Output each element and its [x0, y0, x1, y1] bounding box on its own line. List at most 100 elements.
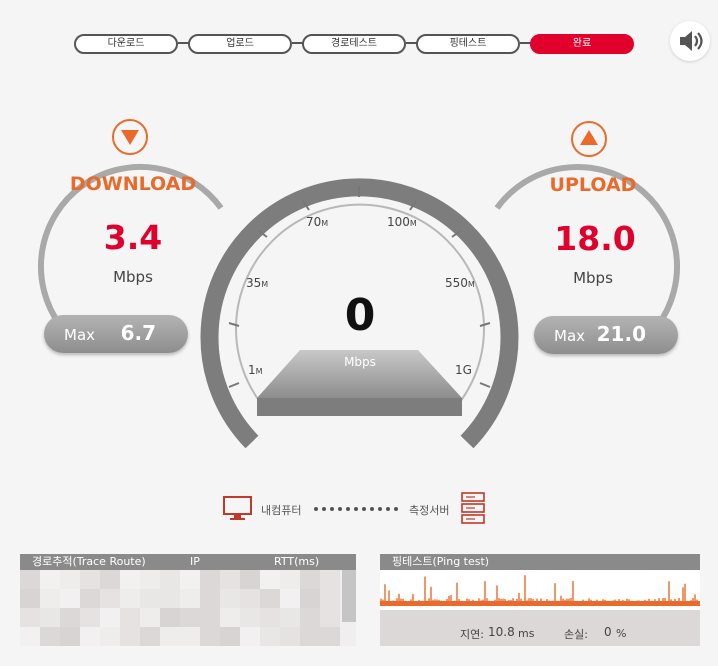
trace-blurred-cell [320, 608, 340, 627]
trace-blurred-cell [300, 627, 320, 646]
trace-blurred-cell [40, 627, 60, 646]
download-max-label: Max [64, 326, 96, 344]
trace-blurred-cell [40, 570, 60, 589]
route-dots [314, 507, 398, 511]
speed-gauge-base-bottom [257, 398, 462, 416]
trace-col-ip: IP [190, 555, 200, 568]
upload-max-value: 21.0 [596, 322, 646, 346]
trace-blurred-cell [80, 627, 100, 646]
loss-label: 손실: [564, 628, 588, 641]
trace-blurred-cell [120, 589, 140, 608]
trace-col-rtt: RTT(ms) [274, 555, 320, 568]
trace-blurred-cell [280, 589, 300, 608]
trace-route-header: 경로추적(Trace Route) IP RTT(ms) [20, 554, 356, 570]
trace-blurred-cell [140, 608, 160, 627]
upload-max-label: Max [554, 327, 586, 345]
trace-blurred-cell [120, 608, 140, 627]
trace-blurred-cell [180, 589, 200, 608]
trace-blurred-cell [180, 627, 200, 646]
upload-title: UPLOAD [549, 174, 637, 196]
loss-unit: % [616, 627, 627, 640]
current-speed-value: 0 [344, 290, 376, 341]
latency-unit: ms [518, 627, 535, 640]
ping-test-header: 핑테스트(Ping test) [380, 554, 700, 570]
trace-blurred-cell [140, 589, 160, 608]
scale-label-1m: 1M [248, 363, 263, 377]
trace-blurred-cell [100, 627, 120, 646]
trace-route-table [20, 570, 356, 646]
trace-blurred-cell [320, 570, 340, 589]
loss-value: 0 [604, 625, 612, 639]
trace-blurred-cell [280, 570, 300, 589]
trace-blurred-cell [240, 589, 260, 608]
latency-value: 10.8 [488, 625, 515, 639]
trace-blurred-cell [240, 627, 260, 646]
trace-col-route: 경로추적(Trace Route) [32, 555, 146, 568]
latency-label: 지연: [460, 628, 484, 641]
trace-blurred-cell [180, 570, 200, 589]
trace-blurred-cell [220, 570, 240, 589]
trace-blurred-cell [320, 589, 340, 608]
trace-blurred-cell [220, 627, 240, 646]
trace-blurred-cell [240, 570, 260, 589]
scale-label-100m: 100M [387, 215, 417, 229]
ping-test-title: 핑테스트(Ping test) [392, 555, 490, 568]
trace-blurred-cell [300, 608, 320, 627]
upload-value: 18.0 [554, 219, 636, 258]
trace-blurred-cell [320, 627, 340, 646]
trace-blurred-cell [60, 570, 80, 589]
trace-blurred-cell [280, 608, 300, 627]
trace-blurred-cell [220, 608, 240, 627]
trace-blurred-cell [20, 608, 40, 627]
trace-blurred-cell [60, 608, 80, 627]
trace-blurred-cell [300, 589, 320, 608]
download-max-pill: Max 6.7 [44, 315, 188, 353]
trace-blurred-cell [260, 627, 280, 646]
current-speed-unit: Mbps [344, 355, 376, 369]
trace-blurred-cell [120, 570, 140, 589]
trace-blurred-cell [20, 627, 40, 646]
trace-blurred-cell [160, 608, 180, 627]
monitor-icon [223, 496, 252, 520]
trace-blurred-cell [200, 570, 220, 589]
route-from-label: 내컴퓨터 [261, 504, 302, 517]
trace-blurred-cell [160, 589, 180, 608]
trace-blurred-cell [80, 608, 100, 627]
trace-blurred-cell [80, 589, 100, 608]
trace-blurred-cell [160, 627, 180, 646]
download-max-value: 6.7 [120, 321, 156, 345]
trace-blurred-cell [200, 589, 220, 608]
download-unit: Mbps [113, 268, 153, 286]
upload-unit: Mbps [573, 269, 613, 287]
ping-graph [380, 570, 700, 610]
trace-blurred-cell [220, 589, 240, 608]
trace-blurred-cell [20, 570, 40, 589]
route-to-label: 측정서버 [409, 504, 450, 517]
arrow-up-icon [571, 121, 607, 157]
trace-blurred-cell [60, 589, 80, 608]
arrow-down-icon [112, 119, 148, 155]
trace-blurred-cell [140, 627, 160, 646]
trace-blurred-cell [180, 608, 200, 627]
trace-blurred-cell [100, 589, 120, 608]
download-value: 3.4 [103, 218, 163, 257]
trace-blurred-cell [160, 570, 180, 589]
trace-blurred-cell [40, 589, 60, 608]
trace-blurred-cell [100, 570, 120, 589]
trace-blurred-cell [280, 627, 300, 646]
trace-blurred-cell [120, 627, 140, 646]
scale-label-70m: 70M [306, 215, 329, 229]
trace-blurred-cell [240, 608, 260, 627]
scale-label-35m: 35M [246, 276, 269, 290]
trace-scrollbar[interactable] [342, 570, 356, 622]
scale-label-550m: 550M [445, 276, 475, 290]
trace-blurred-cell [140, 570, 160, 589]
trace-blurred-cell [260, 608, 280, 627]
ping-graph-baseline [380, 601, 700, 606]
trace-blurred-cell [260, 570, 280, 589]
trace-blurred-cell [40, 608, 60, 627]
ping-test-panel: 지연: 10.8 ms 손실: 0 % [380, 570, 700, 646]
scale-label-1g: 1G [455, 363, 472, 377]
upload-max-pill: Max 21.0 [534, 316, 678, 354]
trace-blurred-cell [100, 608, 120, 627]
